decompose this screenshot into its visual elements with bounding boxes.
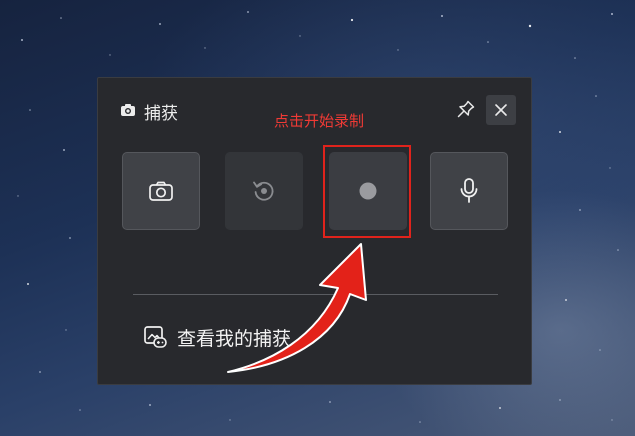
gallery-icon xyxy=(144,326,167,348)
view-my-captures-label: 查看我的捕获 xyxy=(177,327,292,350)
capture-header: 捕获 xyxy=(120,100,178,124)
record-button[interactable] xyxy=(329,152,407,230)
capture-widget: 捕获 点击开始录制 查看我的捕获 xyxy=(97,77,532,385)
desktop-background: 捕获 点击开始录制 查看我的捕获 xyxy=(0,0,635,436)
start-recording-annotation: 点击开始录制 xyxy=(274,112,365,130)
screenshot-button[interactable] xyxy=(122,152,200,230)
view-my-captures-link[interactable]: 查看我的捕获 xyxy=(143,323,291,351)
divider xyxy=(133,294,498,295)
microphone-icon xyxy=(460,178,478,203)
microphone-button[interactable] xyxy=(430,152,508,230)
capture-title: 捕获 xyxy=(144,103,178,124)
pin-button[interactable] xyxy=(455,98,477,120)
close-icon xyxy=(495,104,507,116)
pin-icon xyxy=(457,100,475,118)
camera-icon xyxy=(149,181,173,201)
replay-button[interactable] xyxy=(225,152,303,230)
replay-icon xyxy=(253,181,274,201)
close-button[interactable] xyxy=(486,95,516,125)
record-dot-icon xyxy=(359,182,377,200)
camera-icon xyxy=(120,102,136,121)
